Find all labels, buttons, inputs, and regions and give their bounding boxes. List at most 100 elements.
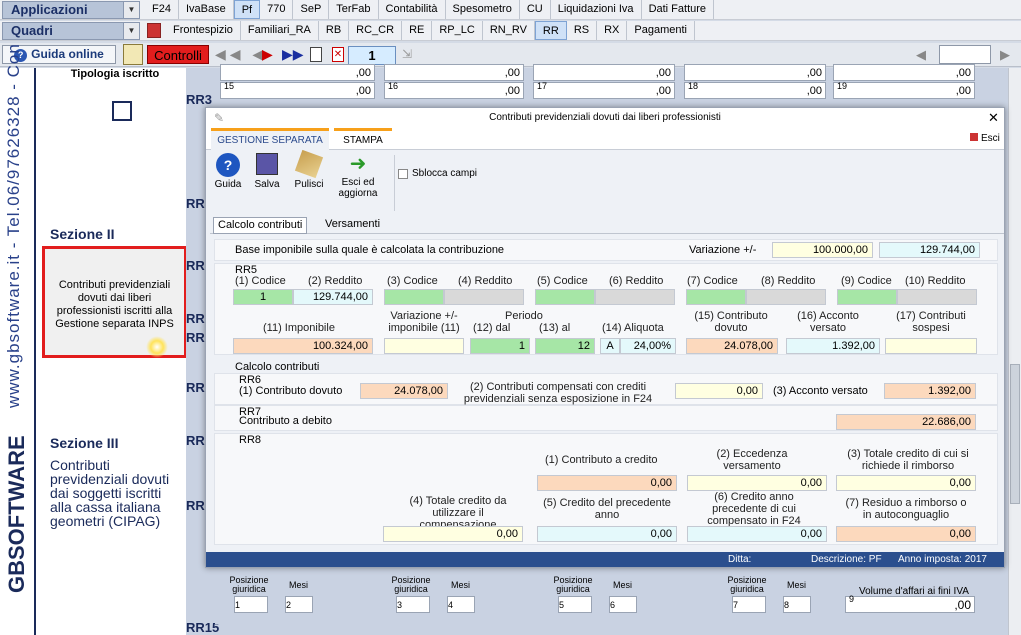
tab-spesometro[interactable]: Spesometro <box>446 0 520 19</box>
codice3-field[interactable] <box>384 289 444 305</box>
contributo-field[interactable]: 24.078,00 <box>686 338 778 354</box>
codice1-field[interactable]: 1 <box>233 289 293 305</box>
imponibile-field[interactable]: 100.324,00 <box>233 338 373 354</box>
sospesi-field[interactable] <box>885 338 977 354</box>
top-field[interactable]: ,00 <box>833 82 975 99</box>
page-number-field[interactable]: 1 <box>348 46 396 65</box>
tab-versamenti[interactable]: Versamenti <box>321 217 384 234</box>
tab-sep[interactable]: SeP <box>293 0 330 19</box>
mesi-field[interactable]: 4 <box>447 596 475 613</box>
mesi-field[interactable]: 2 <box>285 596 313 613</box>
codice9-field[interactable] <box>837 289 897 305</box>
pos-field[interactable]: 3 <box>396 596 430 613</box>
rr8-c5-field[interactable]: 0,00 <box>537 526 677 542</box>
tab-cu[interactable]: CU <box>520 0 551 19</box>
tab-terfab[interactable]: TerFab <box>329 0 379 19</box>
tab-liquidazioni-iva[interactable]: Liquidazioni Iva <box>551 0 642 19</box>
base-field[interactable]: 100.000,00 <box>772 242 873 258</box>
chevron-down-icon[interactable]: ▼ <box>123 23 139 39</box>
rr8-c3-field[interactable]: 0,00 <box>836 475 976 491</box>
codice7-field[interactable] <box>686 289 746 305</box>
tab-re[interactable]: RE <box>402 21 433 40</box>
rr7-field[interactable]: 22.686,00 <box>836 414 976 430</box>
tab-dati-fatture[interactable]: Dati Fatture <box>642 0 715 19</box>
rr6-c1-field[interactable]: 24.078,00 <box>360 383 448 399</box>
acconto-field[interactable]: 1.392,00 <box>786 338 880 354</box>
quadri-combo[interactable]: Quadri ▼ <box>2 22 140 40</box>
top-field[interactable]: ,00 <box>684 64 826 81</box>
rr6-c3-field[interactable]: 1.392,00 <box>884 383 976 399</box>
chevron-down-icon[interactable]: ▼ <box>123 2 139 18</box>
top-field[interactable]: ,00 <box>384 82 524 99</box>
reddito6-field[interactable] <box>595 289 675 305</box>
goto-page-icon[interactable]: ⇲ <box>402 47 416 62</box>
tab-pf[interactable]: Pf <box>233 0 261 19</box>
zoom-next-icon[interactable]: ▶ <box>1000 47 1010 63</box>
tab-770[interactable]: 770 <box>260 0 294 19</box>
zoom-prev-icon[interactable]: ◀ <box>916 47 926 63</box>
reddito4-field[interactable] <box>444 289 524 305</box>
tab-rr[interactable]: RR <box>534 21 567 40</box>
salva-button[interactable]: Salva <box>251 153 283 190</box>
tipologia-checkbox[interactable] <box>112 101 132 121</box>
mesi-field[interactable]: 8 <box>783 596 811 613</box>
tab-gestione-separata[interactable]: GESTIONE SEPARATA <box>211 128 329 150</box>
al-field[interactable]: 12 <box>535 338 595 354</box>
top-field[interactable]: ,00 <box>220 64 375 81</box>
mesi-field[interactable]: 6 <box>609 596 637 613</box>
tab-frontespizio[interactable]: Frontespizio <box>166 21 241 40</box>
controlli-button[interactable]: Controlli <box>147 45 209 64</box>
tab-rx[interactable]: RX <box>597 21 628 40</box>
tab-f24[interactable]: F24 <box>145 0 179 19</box>
top-field[interactable]: ,00 <box>533 64 675 81</box>
delete-page-icon[interactable]: ✕ <box>332 47 344 62</box>
tab-rb[interactable]: RB <box>319 21 350 40</box>
tab-rs[interactable]: RS <box>567 21 598 40</box>
tab-ivabase[interactable]: IvaBase <box>179 0 234 19</box>
last-page-icon[interactable]: ▶▶ <box>282 46 304 63</box>
first-page-icon[interactable]: ◀◀ ◀ <box>215 46 267 63</box>
rr8-c1-field[interactable]: 0,00 <box>537 475 677 491</box>
pos-field[interactable]: 1 <box>234 596 268 613</box>
rr6-c2-field[interactable]: 0,00 <box>675 383 763 399</box>
codice5-field[interactable] <box>535 289 595 305</box>
tab-rn-rv[interactable]: RN_RV <box>483 21 535 40</box>
top-field[interactable]: ,00 <box>533 82 675 99</box>
aliquota-field[interactable]: 24,00% <box>620 338 676 354</box>
rr8-c2-field[interactable]: 0,00 <box>687 475 827 491</box>
pulisci-button[interactable]: Pulisci <box>290 149 328 190</box>
volume-field[interactable]: ,00 <box>845 596 975 613</box>
pos-field[interactable]: 7 <box>732 596 766 613</box>
tab-stampa[interactable]: STAMPA <box>334 128 392 150</box>
reddito2-field[interactable]: 129.744,00 <box>293 289 373 305</box>
top-field[interactable]: ,00 <box>384 64 524 81</box>
esci-link[interactable]: Esci <box>970 133 1000 144</box>
tab-calcolo-contributi[interactable]: Calcolo contributi <box>213 217 308 234</box>
vertical-scrollbar[interactable] <box>1008 68 1021 635</box>
aliquota-code-field[interactable]: A <box>600 338 620 354</box>
esci-aggiorna-button[interactable]: ➜ Esci ed aggiorna <box>332 153 384 199</box>
reddito10-field[interactable] <box>897 289 977 305</box>
tab-rp-lc[interactable]: RP_LC <box>432 21 483 40</box>
applicazioni-combo[interactable]: Applicazioni ▼ <box>2 1 140 19</box>
tab-contabilit-[interactable]: Contabilità <box>379 0 446 19</box>
tab-pagamenti[interactable]: Pagamenti <box>627 21 695 40</box>
close-icon[interactable]: ✕ <box>988 110 999 126</box>
top-field[interactable]: ,00 <box>833 64 975 81</box>
zoom-field[interactable] <box>939 45 991 64</box>
pos-field[interactable]: 5 <box>558 596 592 613</box>
rr8-c7-field[interactable]: 0,00 <box>836 526 976 542</box>
rr8-c4-field[interactable]: 0,00 <box>383 526 523 542</box>
top-field[interactable]: ,00 <box>684 82 826 99</box>
tab-familiari-ra[interactable]: Familiari_RA <box>241 21 319 40</box>
new-page-icon[interactable] <box>310 47 322 62</box>
rr8-c6-field[interactable]: 0,00 <box>687 526 827 542</box>
variazione-field[interactable] <box>384 338 464 354</box>
var-field[interactable]: 129.744,00 <box>879 242 980 258</box>
next-page-icon[interactable]: ▶ <box>262 46 273 63</box>
guida-button[interactable]: ? Guida <box>211 153 245 190</box>
pdf-icon[interactable] <box>147 23 161 38</box>
sblocca-checkbox[interactable] <box>398 169 408 179</box>
calculator-icon[interactable] <box>123 44 143 65</box>
reddito8-field[interactable] <box>746 289 826 305</box>
